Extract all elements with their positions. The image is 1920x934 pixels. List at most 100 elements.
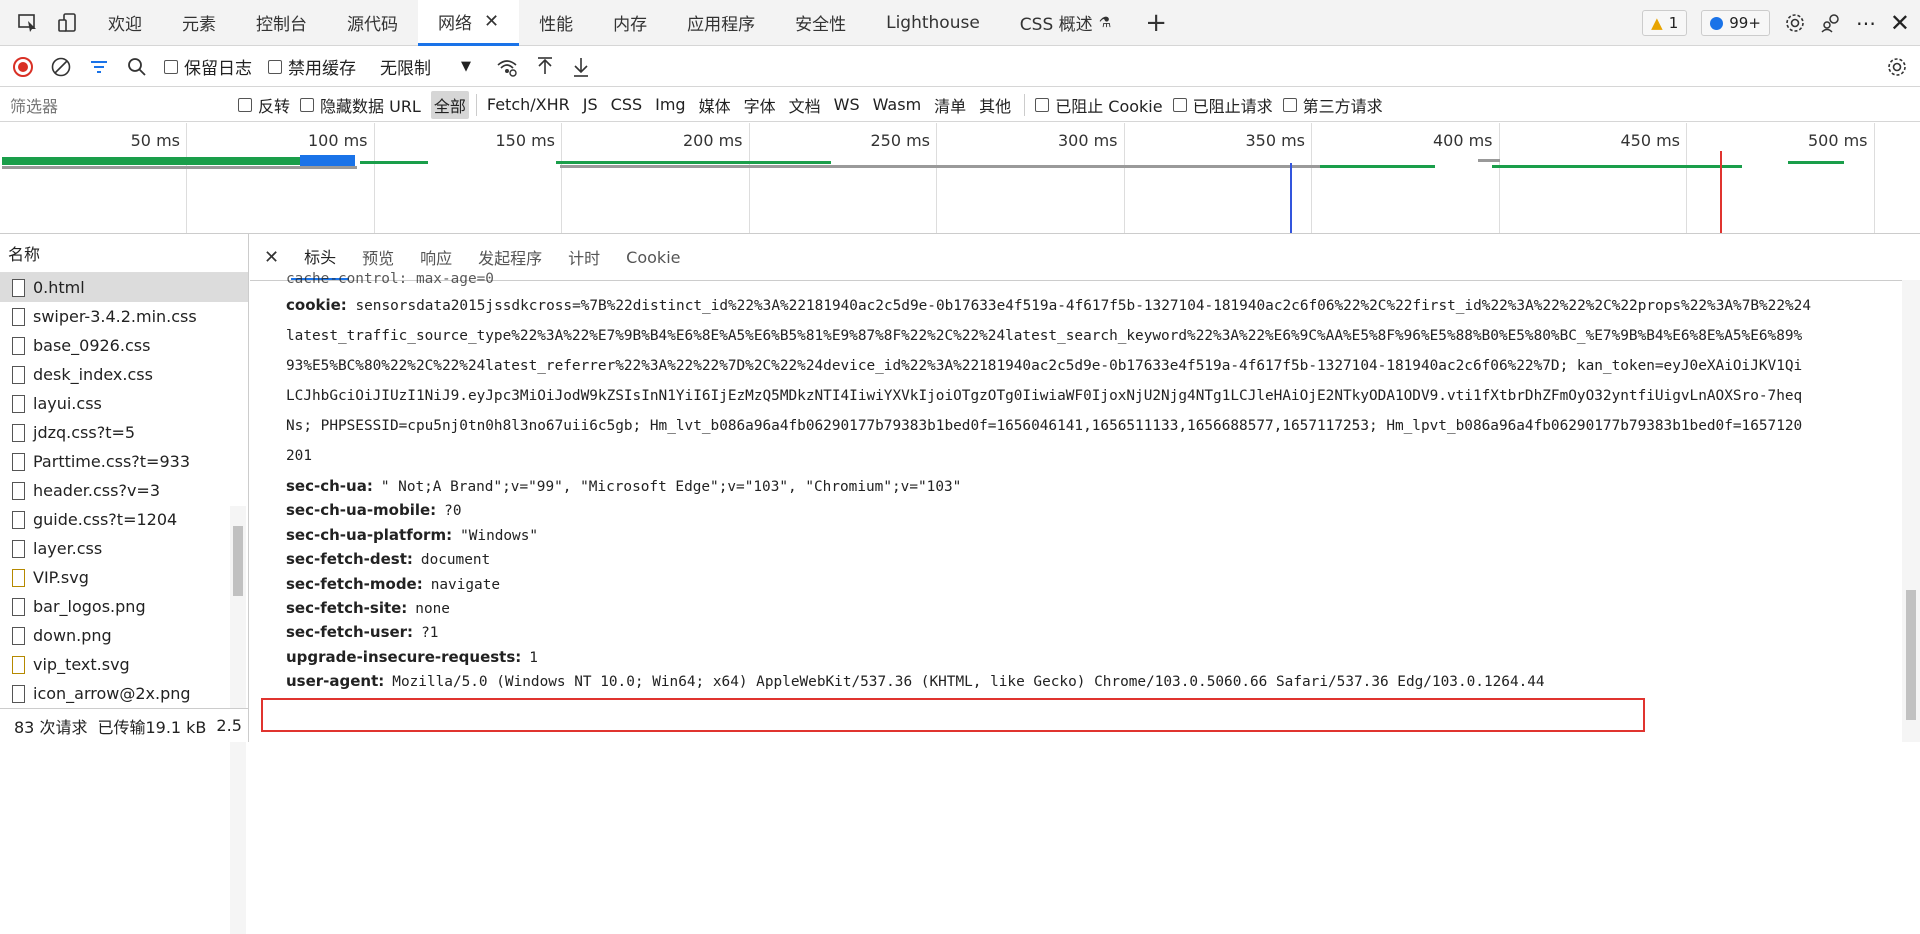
timeline-gridline [1311,123,1312,233]
inspect-element-icon[interactable] [17,12,39,34]
import-har-upload-icon[interactable] [535,56,555,78]
request-name: layer.css [33,539,103,558]
filter-icon[interactable] [88,56,110,78]
header-row: user-agent: Mozilla/5.0 (Windows NT 10.0;… [286,669,1876,694]
filter-type-7[interactable]: 文档 [786,91,824,119]
export-har-download-icon[interactable] [571,56,591,78]
request-row[interactable]: desk_index.css [0,360,248,389]
throttling-select[interactable]: 无限制 ▼ [372,52,479,81]
request-row[interactable]: Parttime.css?t=933 [0,447,248,476]
invert-checkbox[interactable]: 反转 [238,93,290,117]
hide-data-url-checkbox[interactable]: 隐藏数据 URL [300,93,421,117]
request-row[interactable]: guide.css?t=1204 [0,505,248,534]
header-row-cookie: cookie: sensorsdata2015jssdkcross=%7B%22… [286,290,1876,471]
header-value: ?0 [444,503,462,520]
filter-type-1[interactable]: Fetch/XHR [484,93,573,116]
tab-7[interactable]: 应用程序 [667,0,775,46]
request-row[interactable]: header.css?v=3 [0,476,248,505]
preserve-log-checkbox[interactable]: 保留日志 [164,54,252,79]
blocked-cookies-checkbox[interactable]: 已阻止 Cookie [1035,93,1163,117]
network-settings-gear-icon[interactable] [1886,56,1908,78]
third-party-checkbox[interactable]: 第三方请求 [1282,93,1383,117]
timeline-bar-document-green [2,157,302,165]
tab-0[interactable]: 欢迎 [88,0,162,46]
warnings-badge[interactable]: ▲ 1 [1642,10,1688,36]
close-tab-icon[interactable]: ✕ [484,11,499,32]
filter-type-4[interactable]: Img [652,93,688,116]
header-name: sec-ch-ua-mobile: [286,501,437,520]
request-row[interactable]: jdzq.css?t=5 [0,418,248,447]
tab-label: 控制台 [256,15,307,35]
filter-type-9[interactable]: Wasm [870,93,925,116]
tab-1[interactable]: 元素 [162,0,236,46]
filter-type-6[interactable]: 字体 [741,91,779,119]
checkbox-label: 已阻止请求 [1192,96,1273,116]
timeline-tick-label: 300 ms [1057,131,1118,150]
tab-10[interactable]: CSS 概述 ⚗ [1000,0,1131,46]
tab-9[interactable]: Lighthouse [866,0,1000,46]
settings-gear-icon[interactable] [1784,12,1806,34]
scrollbar-thumb[interactable] [233,526,243,596]
search-icon[interactable] [126,56,148,78]
filter-type-2[interactable]: JS [580,93,601,116]
filter-input[interactable]: 筛选器 [0,88,228,121]
request-row[interactable]: icon_arrow@2x.png [0,679,248,708]
filter-type-10[interactable]: 清单 [931,91,969,119]
header-value: " Not;A Brand";v="99", "Microsoft Edge";… [380,479,962,495]
request-name: base_0926.css [33,336,151,355]
tab-4[interactable]: 网络 ✕ [418,0,520,46]
request-name: header.css?v=3 [33,481,160,500]
document-file-icon [12,336,25,355]
checkbox-box [1035,97,1050,112]
tab-label: 内存 [613,15,648,35]
tab-5[interactable]: 性能 [519,0,593,46]
timeline-bar-green-4 [1320,165,1435,168]
tab-8[interactable]: 安全性 [775,0,866,46]
request-name: bar_logos.png [33,597,146,616]
clear-icon[interactable] [50,56,72,78]
filter-type-8[interactable]: WS [831,93,863,116]
customize-people-icon[interactable] [1820,12,1842,34]
request-row[interactable]: 0.html [0,273,248,302]
request-row[interactable]: layui.css [0,389,248,418]
network-overview-timeline[interactable]: 50 ms 100 ms 150 ms 200 ms 250 ms 300 ms 350 m… [0,123,1920,234]
more-tabs-plus-icon[interactable]: + [1131,0,1181,46]
details-scrollbar[interactable] [1902,280,1920,742]
timeline-gridline [1873,123,1875,233]
tab-2[interactable]: 控制台 [236,0,327,46]
filter-type-11[interactable]: 其他 [976,91,1014,119]
document-file-icon [12,365,25,384]
request-row[interactable]: vip_text.svg [0,650,248,679]
checkbox-box [238,97,252,112]
filter-type-3[interactable]: CSS [608,93,645,116]
request-row[interactable]: bar_logos.png [0,592,248,621]
network-conditions-icon[interactable] [495,56,519,78]
close-details-icon[interactable]: ✕ [250,234,291,280]
request-row[interactable]: layer.css [0,534,248,563]
blocked-requests-checkbox[interactable]: 已阻止请求 [1172,93,1273,117]
name-column-header[interactable]: 名称 [0,234,248,273]
checkbox-label: 禁用缓存 [288,59,356,79]
request-row[interactable]: swiper-3.4.2.min.css [0,302,248,331]
cookie-value: sensorsdata2015jssdkcross=%7B%22distinct… [286,298,1876,471]
timeline-tick-label: 150 ms [495,131,555,150]
record-stop-icon[interactable] [12,56,34,78]
filter-type-5[interactable]: 媒体 [696,91,734,119]
timeline-bar-gray-short [1478,159,1500,162]
more-options-icon[interactable]: ⋯ [1856,11,1876,35]
request-row[interactable]: down.png [0,621,248,650]
close-devtools-icon[interactable]: ✕ [1890,9,1910,37]
request-row[interactable]: VIP.svg [0,563,248,592]
disable-cache-checkbox[interactable]: 禁用缓存 [268,54,356,79]
issues-badge[interactable]: 99+ [1701,10,1770,36]
tab-3[interactable]: 源代码 [327,0,418,46]
tab-label: 安全性 [795,15,847,35]
tab-6[interactable]: 内存 [593,0,667,46]
timeline-bar-green-5 [1492,165,1742,168]
device-emulation-icon[interactable] [57,12,79,34]
scrollbar-thumb[interactable] [1906,590,1916,720]
resource-type-filters: 全部 Fetch/XHR JS CSS Img 媒体 字体 文档 WS Wasm 清单 其他 [430,90,1014,119]
filter-type-0[interactable]: 全部 [430,90,469,119]
request-row[interactable]: base_0926.css [0,331,248,360]
request-items: 0.html swiper-3.4.2.min.css base_0926.cssd… [0,273,248,708]
